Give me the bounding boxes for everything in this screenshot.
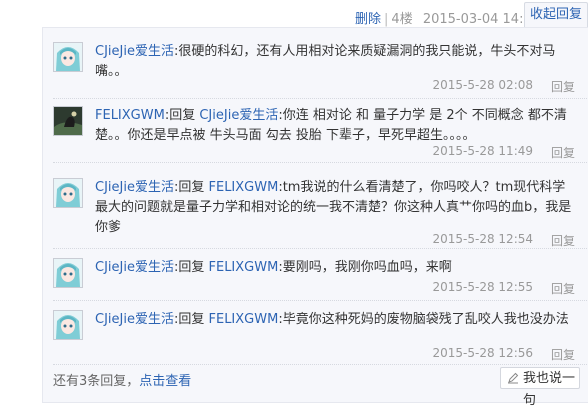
reply-item: CJieJie爱生活:很硬的科幻，还有人用相对论来质疑漏洞的我只能说，牛头不对马… bbox=[53, 38, 588, 99]
separator: | bbox=[384, 12, 389, 27]
reply-text: :毕竟你这种死妈的废物脑袋残了乱咬人我也没办法 bbox=[278, 312, 569, 327]
reply-content: CJieJie爱生活:很硬的科幻，还有人用相对论来质疑漏洞的我只能说，牛头不对马… bbox=[95, 42, 573, 82]
reply-panel: CJieJie爱生活:很硬的科幻，还有人用相对论来质疑漏洞的我只能说，牛头不对马… bbox=[42, 27, 588, 408]
anime-girl-avatar-icon[interactable] bbox=[53, 42, 83, 72]
floor-number: 4楼 bbox=[391, 12, 413, 27]
reply-username[interactable]: FELIXGWM bbox=[95, 108, 165, 123]
view-more-link[interactable]: 点击查看 bbox=[139, 374, 191, 389]
reply-time: 2015-5-28 12:54 bbox=[432, 232, 534, 246]
anime-girl-avatar-icon[interactable] bbox=[53, 178, 83, 208]
reply-text: :要刚吗，我刚你吗血吗，来啊 bbox=[278, 260, 452, 275]
reply-button[interactable]: 回复 bbox=[551, 346, 575, 363]
reply-item: CJieJie爱生活:回复 FELIXGWM:tm我说的什么看清楚了，你吗咬人？… bbox=[53, 164, 588, 249]
post-meta-bar: 删除 | 4楼 2015-03-04 14:48 收起回复 bbox=[0, 0, 588, 30]
delete-link[interactable]: 删除 bbox=[355, 12, 381, 27]
reply-username[interactable]: CJieJie爱生活 bbox=[95, 44, 174, 59]
reply-prefix: 回复 bbox=[178, 180, 209, 195]
dark-scene-avatar-icon[interactable] bbox=[53, 106, 83, 136]
fold-replies-button[interactable]: 收起回复 bbox=[524, 2, 588, 27]
pen-icon bbox=[508, 372, 519, 384]
more-replies-footer: 还有3条回复，点击查看 bbox=[53, 370, 191, 389]
reply-prefix: 回复 bbox=[178, 312, 209, 327]
reply-content: CJieJie爱生活:回复 FELIXGWM:要刚吗，我刚你吗血吗，来啊 bbox=[95, 258, 573, 278]
say-something-button[interactable]: 我也说一句 bbox=[500, 367, 580, 408]
reply-time: 2015-5-28 12:55 bbox=[432, 280, 534, 294]
reply-item: FELIXGWM:回复 CJieJie爱生活:你连 相对论 和 量子力学 是 2… bbox=[53, 100, 588, 163]
reply-button[interactable]: 回复 bbox=[551, 280, 575, 297]
anime-girl-avatar-icon[interactable] bbox=[53, 310, 83, 340]
reply-button[interactable]: 回复 bbox=[551, 144, 575, 161]
reply-username[interactable]: CJieJie爱生活 bbox=[95, 312, 174, 327]
reply-target-user[interactable]: FELIXGWM bbox=[209, 312, 279, 327]
reply-prefix: 回复 bbox=[178, 260, 209, 275]
post-datetime: 2015-03-04 14:48 bbox=[422, 12, 540, 27]
reply-target-user[interactable]: FELIXGWM bbox=[209, 180, 279, 195]
reply-content: CJieJie爱生活:回复 FELIXGWM:tm我说的什么看清楚了，你吗咬人？… bbox=[95, 178, 573, 238]
reply-time: 2015-5-28 02:08 bbox=[432, 78, 534, 92]
anime-girl-avatar-icon[interactable] bbox=[53, 258, 83, 288]
reply-button[interactable]: 回复 bbox=[551, 78, 575, 95]
reply-item: CJieJie爱生活:回复 FELIXGWM:毕竟你这种死妈的废物脑袋残了乱咬人… bbox=[53, 302, 588, 365]
say-something-label: 我也说一句 bbox=[523, 371, 576, 408]
reply-prefix: 回复 bbox=[169, 108, 200, 123]
reply-username[interactable]: CJieJie爱生活 bbox=[95, 180, 174, 195]
reply-target-user[interactable]: FELIXGWM bbox=[209, 260, 279, 275]
reply-time: 2015-5-28 11:49 bbox=[432, 144, 534, 158]
reply-item: CJieJie爱生活:回复 FELIXGWM:要刚吗，我刚你吗血吗，来啊 201… bbox=[53, 250, 588, 301]
reply-content: FELIXGWM:回复 CJieJie爱生活:你连 相对论 和 量子力学 是 2… bbox=[95, 106, 573, 146]
post-meta: 删除 | 4楼 2015-03-04 14:48 bbox=[355, 8, 540, 27]
reply-target-user[interactable]: CJieJie爱生活 bbox=[199, 108, 278, 123]
reply-button[interactable]: 回复 bbox=[551, 232, 575, 249]
more-replies-text: 还有3条回复， bbox=[53, 374, 140, 389]
reply-username[interactable]: CJieJie爱生活 bbox=[95, 260, 174, 275]
reply-time: 2015-5-28 12:56 bbox=[432, 346, 534, 360]
reply-content: CJieJie爱生活:回复 FELIXGWM:毕竟你这种死妈的废物脑袋残了乱咬人… bbox=[95, 310, 573, 330]
